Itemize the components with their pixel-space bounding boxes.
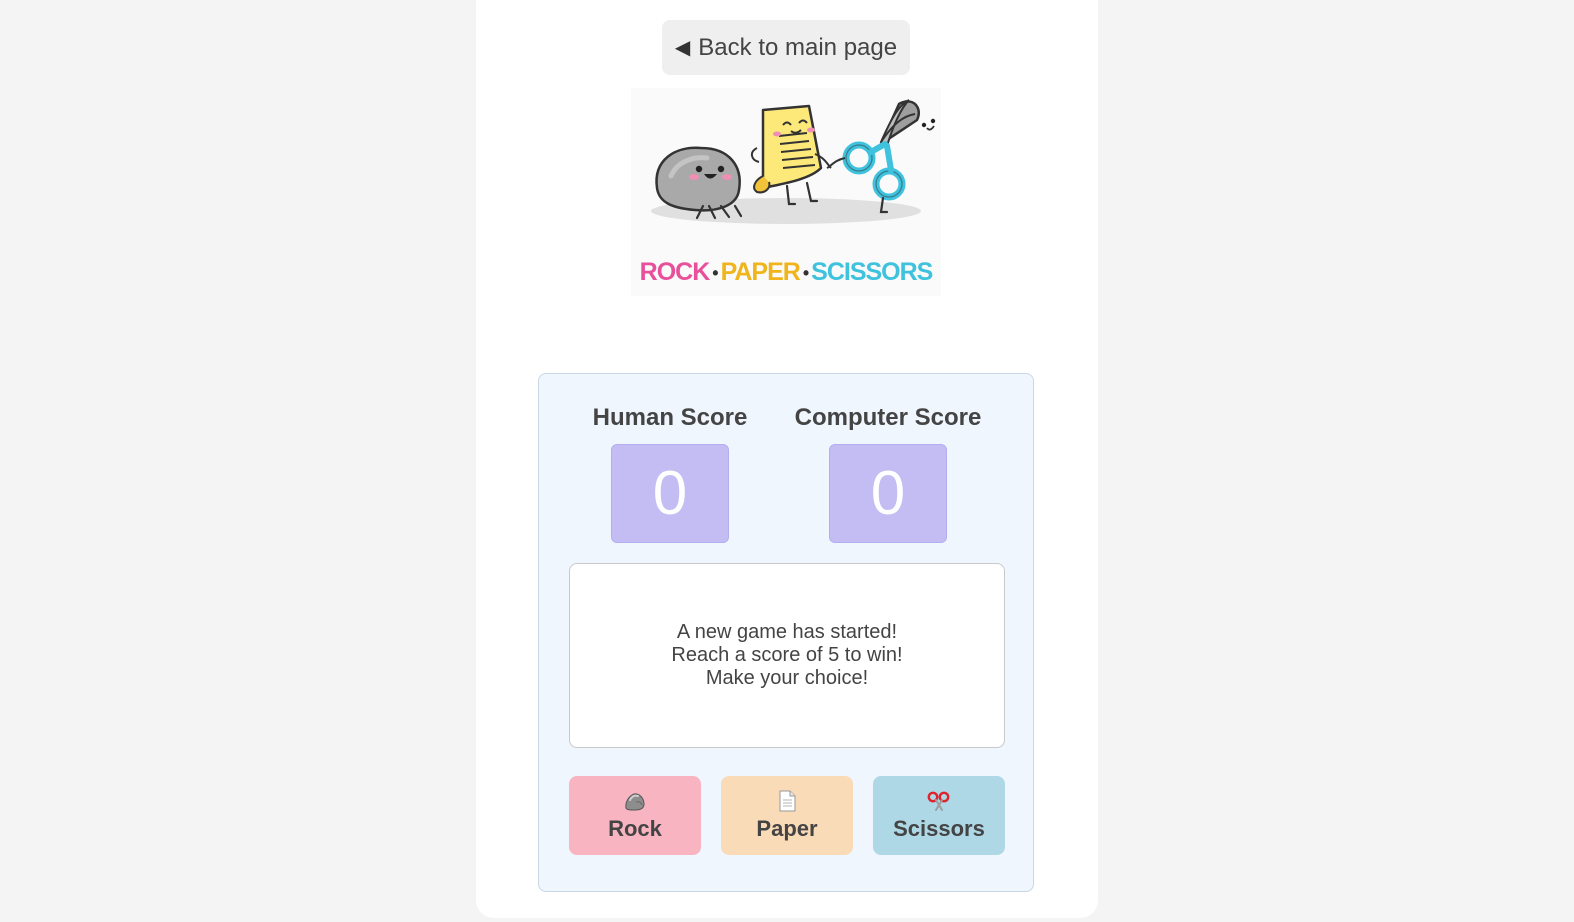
message-line: A new game has started! xyxy=(676,621,898,643)
back-to-main-button[interactable]: ◀ Back to main page xyxy=(662,20,910,75)
paper-character-icon xyxy=(751,104,832,206)
scissors-icon xyxy=(927,790,951,814)
game-panel: Human Score 0 Computer Score 0 A new gam… xyxy=(538,373,1034,892)
rock-button-label: Rock xyxy=(608,815,662,841)
logo-rock-word: ROCK xyxy=(639,258,711,286)
scissors-button-label: Scissors xyxy=(893,815,985,841)
human-score-value: 0 xyxy=(611,444,729,543)
human-score-section: Human Score 0 xyxy=(561,402,779,543)
logo-paper-word: PAPER xyxy=(720,258,801,286)
human-score-title: Human Score xyxy=(592,404,748,431)
page-icon xyxy=(777,790,797,814)
logo-separator: • xyxy=(802,262,809,283)
rock-paper-scissors-illustration xyxy=(651,99,936,224)
game-logo: ROCK • PAPER • SCISSORS xyxy=(631,88,941,296)
game-message-box: A new game has started! Reach a score of… xyxy=(569,563,1005,748)
computer-score-title: Computer Score xyxy=(794,404,982,431)
computer-score-value: 0 xyxy=(829,444,947,543)
scissors-button[interactable]: Scissors xyxy=(873,776,1005,855)
message-line: Make your choice! xyxy=(705,667,869,689)
logo-title: ROCK • PAPER • SCISSORS xyxy=(631,258,941,287)
paper-button-label: Paper xyxy=(756,815,818,841)
paper-button[interactable]: Paper xyxy=(721,776,853,855)
logo-separator: • xyxy=(712,262,718,283)
back-arrow-icon: ◀ xyxy=(674,37,691,59)
rock-icon xyxy=(624,790,646,814)
rock-button[interactable]: Rock xyxy=(569,776,701,855)
computer-score-section: Computer Score 0 xyxy=(779,402,997,543)
scissors-character-icon xyxy=(826,99,936,214)
message-line: Reach a score of 5 to win! xyxy=(671,644,903,666)
back-button-label: Back to main page xyxy=(698,33,898,61)
logo-scissors-word: SCISSORS xyxy=(811,258,933,286)
